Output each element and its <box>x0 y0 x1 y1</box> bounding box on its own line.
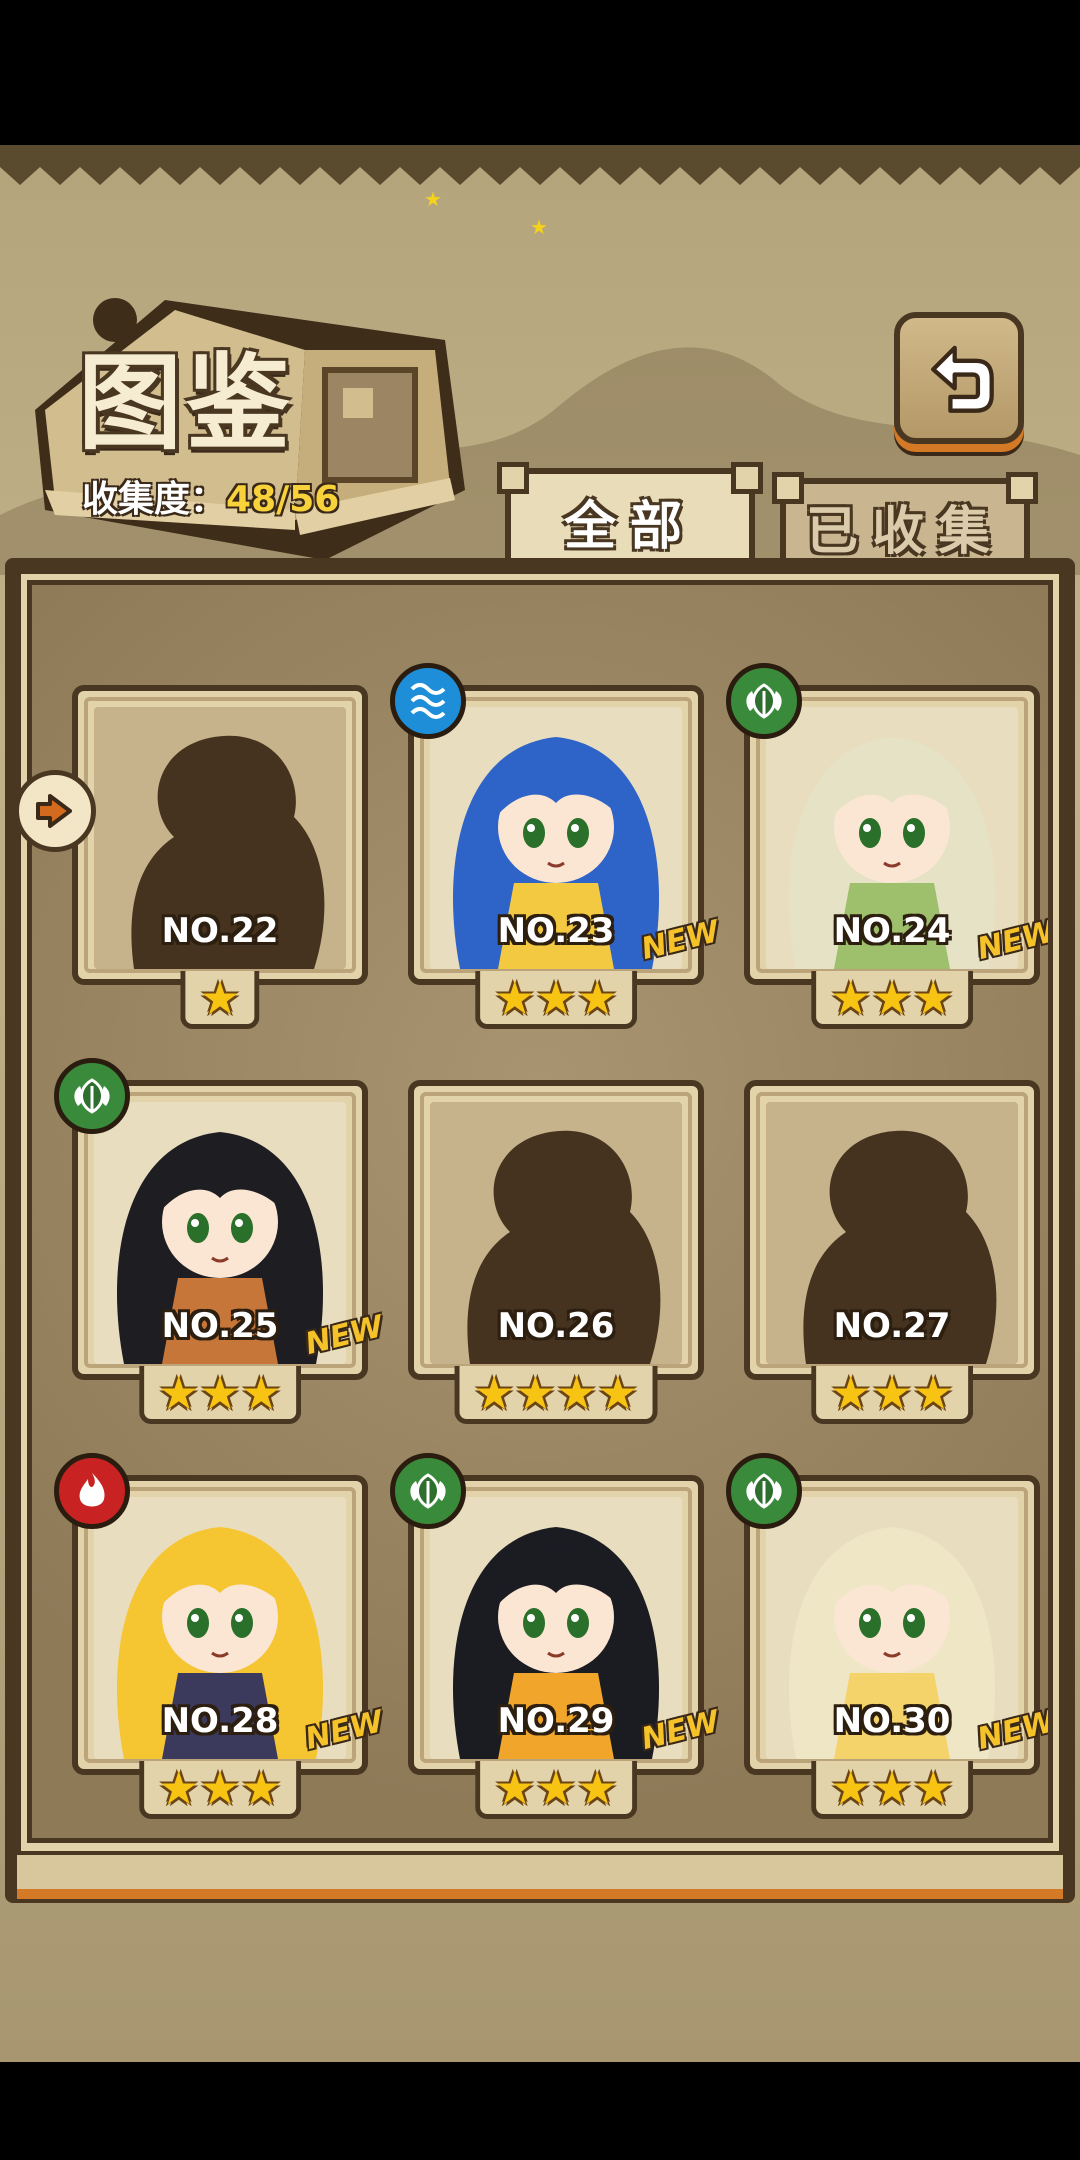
turn-arrow-icon <box>36 794 72 828</box>
character-card[interactable]: NO.26 ★★★★ <box>408 1080 704 1424</box>
character-card[interactable]: NO.30 ★★★ NEW <box>726 1453 1048 1819</box>
star-icon: ★★★ <box>830 1760 954 1815</box>
tab-collected[interactable]: 已收集 <box>772 472 1038 568</box>
rarity-stars: ★★★ <box>475 1761 637 1819</box>
leaf-element-icon <box>726 663 802 739</box>
character-card[interactable]: NO.25 ★★★ NEW <box>54 1058 387 1424</box>
star-icon: ★★★ <box>830 970 954 1025</box>
star-icon: ★★★★ <box>473 1365 639 1420</box>
card-number: NO.26 <box>497 1306 615 1346</box>
rarity-stars: ★★★ <box>139 1761 301 1819</box>
navigation-bar <box>0 2062 1080 2160</box>
back-button[interactable] <box>894 312 1024 444</box>
rarity-stars: ★★★ <box>811 971 973 1029</box>
sparkle-icon: ★ <box>530 215 548 239</box>
collection-label: 收集度： <box>82 479 227 520</box>
water-element-icon <box>390 663 466 739</box>
character-card[interactable]: NO.28 ★★★ NEW <box>54 1453 387 1819</box>
zigzag-top-border <box>0 145 1080 185</box>
card-number: NO.27 <box>833 1306 951 1346</box>
rarity-stars: ★★★ <box>139 1366 301 1424</box>
card-grid[interactable]: NO.22 ★ NO.23 ★★★ NEW NO.24 ★★★ NEW NO.25 ★★★ NEW N… <box>27 580 1053 1843</box>
rarity-stars: ★★★ <box>811 1761 973 1819</box>
character-card[interactable]: NO.27 ★★★ <box>744 1080 1040 1424</box>
tab-all-label: 全部 <box>563 496 696 557</box>
star-icon: ★★★ <box>494 970 618 1025</box>
tab-collected-label: 已收集 <box>805 501 1004 562</box>
page-turn-button[interactable] <box>14 770 96 852</box>
star-icon: ★ <box>199 970 241 1025</box>
page-title: 图鉴 <box>78 341 295 464</box>
character-card[interactable]: NO.24 ★★★ NEW <box>726 663 1048 1029</box>
tab-all[interactable]: 全部 <box>497 462 763 568</box>
star-icon: ★★★ <box>158 1365 282 1420</box>
rarity-stars: ★ <box>180 970 260 1029</box>
card-number: NO.22 <box>161 911 279 951</box>
collection-value: 48/56 <box>226 479 340 520</box>
rarity-stars: ★★★ <box>811 1366 973 1424</box>
character-card[interactable]: NO.29 ★★★ NEW <box>390 1453 723 1819</box>
rarity-stars: ★★★ <box>475 971 637 1029</box>
collection-progress: 收集度：48/56 <box>82 470 339 522</box>
star-icon: ★★★ <box>494 1760 618 1815</box>
star-icon: ★★★ <box>830 1365 954 1420</box>
fire-element-icon <box>54 1453 130 1529</box>
panel-footer <box>17 1851 1063 1899</box>
rarity-stars: ★★★★ <box>454 1365 658 1424</box>
leaf-element-icon <box>726 1453 802 1529</box>
character-card[interactable]: NO.22 ★ <box>72 685 368 1029</box>
sparkle-icon: ★ <box>424 187 442 211</box>
leaf-element-icon <box>54 1058 130 1134</box>
character-card[interactable]: NO.23 ★★★ NEW <box>390 663 723 1029</box>
leaf-element-icon <box>390 1453 466 1529</box>
star-icon: ★★★ <box>158 1760 282 1815</box>
back-arrow-icon <box>931 345 994 413</box>
status-bar <box>0 0 1080 145</box>
collection-panel: NO.22 ★ NO.23 ★★★ NEW NO.24 ★★★ NEW NO.25 ★★★ NEW N… <box>5 558 1075 1903</box>
